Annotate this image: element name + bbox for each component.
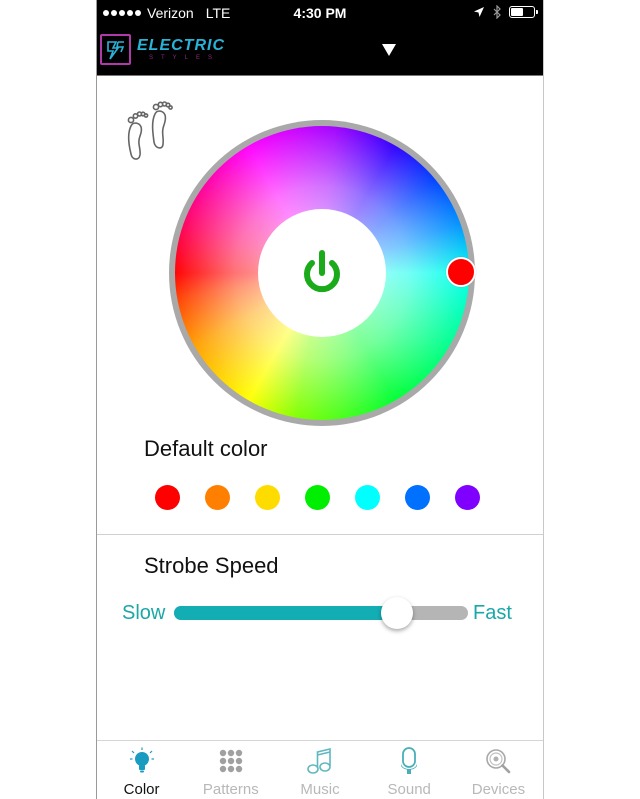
- battery-level: [511, 8, 524, 16]
- microphone-icon: [401, 747, 418, 774]
- default-color-title: Default color: [144, 436, 268, 461]
- swatch-orange[interactable]: [205, 485, 230, 510]
- brand-logo: ELECTRIC STYLES: [100, 34, 225, 65]
- logo-title: ELECTRIC: [137, 36, 225, 54]
- phone-screen: Verizon LTE 4:30 PM ELECTRIC STYLES Defa…: [96, 0, 544, 799]
- tab-devices[interactable]: Devices: [454, 741, 543, 799]
- search-devices-icon: [486, 749, 511, 774]
- tab-label: Patterns: [202, 781, 259, 798]
- slider-fill: [174, 606, 398, 620]
- swatch-purple[interactable]: [455, 485, 480, 510]
- slider-thumb[interactable]: [381, 597, 414, 629]
- logo-subtitle: STYLES: [149, 54, 221, 61]
- strobe-speed-slider[interactable]: [174, 597, 468, 629]
- battery-icon: [509, 6, 538, 18]
- music-note-icon: [307, 747, 331, 774]
- swatch-blue[interactable]: [405, 485, 430, 510]
- bluetooth-icon: [493, 5, 501, 19]
- tab-label: Color: [123, 781, 160, 798]
- tab-patterns[interactable]: Patterns: [186, 741, 275, 799]
- grid-dots-icon: [219, 749, 242, 773]
- strobe-speed-title: Strobe Speed: [144, 553, 279, 578]
- triangle-down-icon: [382, 44, 396, 56]
- logo-mark-icon: [100, 34, 131, 65]
- tab-label: Sound: [387, 781, 431, 798]
- swatch-red[interactable]: [155, 485, 180, 510]
- feet-icon: [127, 101, 173, 160]
- tab-bar: Color Patterns Music Sound Devices: [97, 740, 543, 799]
- footwear-select-button[interactable]: [123, 100, 175, 164]
- fast-label: Fast: [473, 602, 512, 624]
- lightbulb-icon: [129, 747, 154, 773]
- power-icon: [304, 250, 340, 293]
- power-button[interactable]: [258, 209, 386, 337]
- swatch-yellow[interactable]: [255, 485, 280, 510]
- tab-label: Devices: [471, 781, 526, 798]
- default-color-swatches: [155, 485, 480, 510]
- section-divider: [97, 534, 543, 535]
- location-arrow-icon: [474, 7, 484, 17]
- tab-color[interactable]: Color: [97, 741, 186, 799]
- swatch-cyan[interactable]: [355, 485, 380, 510]
- status-bar: Verizon LTE 4:30 PM: [97, 0, 543, 26]
- device-dropdown-button[interactable]: [381, 43, 397, 57]
- swatch-green[interactable]: [305, 485, 330, 510]
- tab-music[interactable]: Music: [275, 741, 364, 799]
- color-wheel-picker: [169, 120, 476, 426]
- app-header: ELECTRIC STYLES: [97, 26, 543, 76]
- color-wheel-handle[interactable]: [446, 257, 476, 287]
- tab-label: Music: [300, 781, 340, 798]
- tab-sound[interactable]: Sound: [365, 741, 454, 799]
- slow-label: Slow: [122, 602, 166, 624]
